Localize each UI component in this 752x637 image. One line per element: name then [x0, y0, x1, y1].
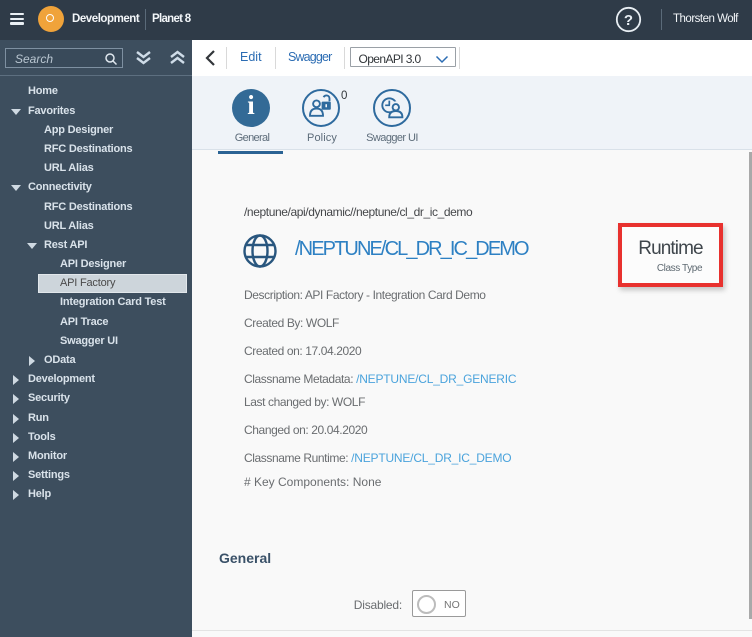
svg-text:?: ? [624, 12, 633, 29]
